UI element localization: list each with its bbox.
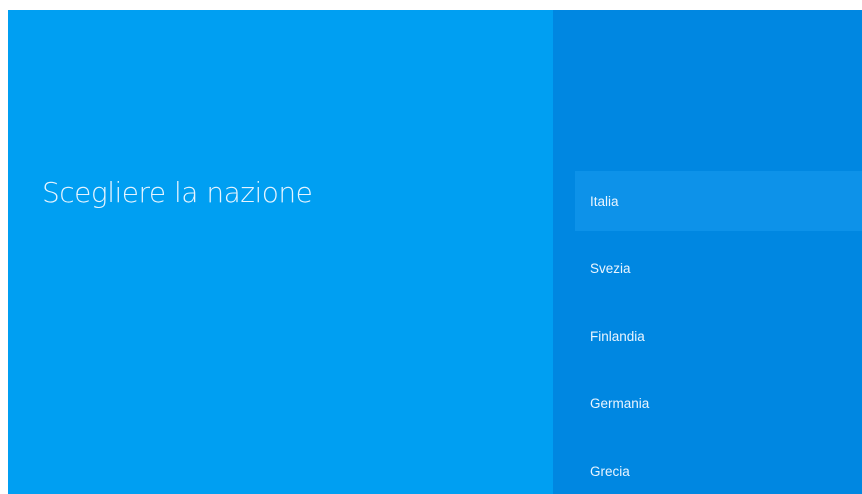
page-title: Scegliere la nazione: [42, 176, 313, 209]
country-label: Finlandia: [590, 328, 645, 344]
list-item-finlandia[interactable]: Finlandia: [575, 306, 862, 366]
setup-screen: Scegliere la nazione Italia Svezia Finla…: [8, 10, 862, 494]
country-label: Germania: [590, 396, 650, 411]
country-selection-panel: Italia Svezia Finlandia Germania Grecia: [553, 10, 862, 494]
country-label: Svezia: [590, 261, 631, 276]
country-label: Grecia: [590, 463, 630, 479]
title-panel: Scegliere la nazione: [8, 10, 553, 494]
list-item-grecia[interactable]: Grecia: [575, 441, 862, 494]
country-label: Italia: [590, 193, 619, 209]
list-item-italia[interactable]: Italia: [575, 171, 862, 231]
list-item-svezia[interactable]: Svezia: [575, 239, 862, 299]
country-list: Italia Svezia Finlandia Germania Grecia: [575, 171, 862, 494]
list-item-germania[interactable]: Germania: [575, 374, 862, 434]
